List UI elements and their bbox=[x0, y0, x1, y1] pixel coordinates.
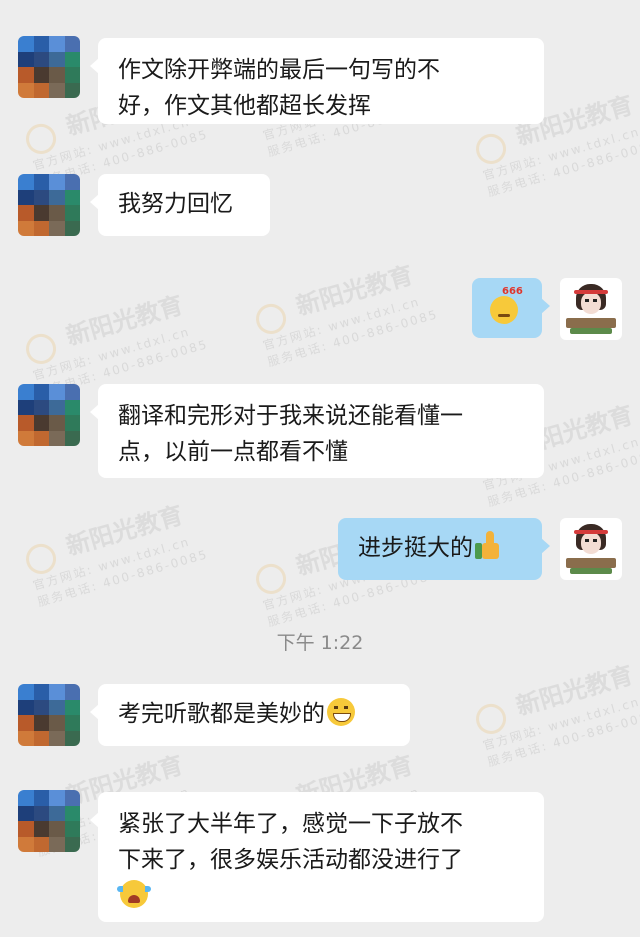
watermark-site: 官方网站: www.tdxl.cn bbox=[31, 534, 192, 593]
watermark-logo-icon bbox=[472, 129, 510, 168]
avatar[interactable] bbox=[18, 684, 80, 746]
watermark-site: 官方网站: www.tdxl.cn bbox=[31, 324, 192, 383]
message-bubble[interactable]: 翻译和完形对于我来说还能看懂一 点，以前一点都看不懂 bbox=[90, 384, 544, 478]
emoji-666-icon: 666 bbox=[490, 286, 524, 324]
grin-emoji-icon bbox=[327, 698, 355, 726]
watermark-phone: 服务电话: 400-886-0085 bbox=[485, 706, 640, 769]
avatar-self[interactable] bbox=[560, 518, 622, 580]
message-text-line: 点，以前一点都看不懂 bbox=[118, 439, 348, 465]
message-bubble[interactable]: 进步挺大的 bbox=[338, 518, 550, 580]
chat-view: 新阳光教育 官方网站: www.tdxl.cn 服务电话: 400-886-00… bbox=[0, 0, 640, 937]
message-text-line: 进步挺大的 bbox=[358, 535, 473, 561]
thumbs-up-icon bbox=[475, 531, 503, 561]
message-text-line: 我努力回忆 bbox=[118, 191, 233, 217]
message-text-line: 翻译和完形对于我来说还能看懂一 bbox=[118, 403, 463, 429]
watermark-logo-icon bbox=[472, 699, 510, 738]
message-text-line: 紧张了大半年了，感觉一下子放不 bbox=[118, 811, 463, 837]
watermark-logo-icon bbox=[22, 539, 60, 578]
avatar[interactable] bbox=[18, 36, 80, 98]
avatar[interactable] bbox=[18, 384, 80, 446]
watermark-logo-icon bbox=[22, 329, 60, 368]
message-bubble[interactable]: 作文除开弊端的最后一句写的不 好，作文其他都超长发挥 bbox=[90, 38, 544, 124]
avatar[interactable] bbox=[18, 174, 80, 236]
avatar-self[interactable] bbox=[560, 278, 622, 340]
avatar[interactable] bbox=[18, 790, 80, 852]
watermark-site: 官方网站: www.tdxl.cn bbox=[481, 124, 640, 183]
message-text-line: 下来了，很多娱乐活动都没进行了 bbox=[118, 847, 463, 873]
message-bubble[interactable]: 紧张了大半年了，感觉一下子放不 下来了，很多娱乐活动都没进行了 bbox=[90, 792, 544, 922]
watermark-brand: 新阳光教育 bbox=[292, 259, 417, 321]
message-bubble[interactable]: 考完听歌都是美妙的 bbox=[90, 684, 410, 746]
watermark-brand: 新阳光教育 bbox=[62, 499, 187, 561]
message-timestamp: 下午 1:22 bbox=[276, 632, 364, 654]
message-bubble[interactable]: 666 bbox=[472, 278, 550, 338]
watermark-site: 官方网站: www.tdxl.cn bbox=[261, 294, 422, 353]
watermark-logo-icon bbox=[252, 559, 290, 598]
watermark-logo-icon bbox=[22, 119, 60, 158]
watermark-phone: 服务电话: 400-886-0085 bbox=[265, 306, 440, 369]
watermark-brand: 新阳光教育 bbox=[62, 289, 187, 351]
sticker-label: 666 bbox=[502, 286, 523, 297]
message-bubble[interactable]: 我努力回忆 bbox=[90, 174, 270, 236]
watermark-site: 官方网站: www.tdxl.cn bbox=[481, 694, 640, 753]
message-text-line: 好，作文其他都超长发挥 bbox=[118, 93, 371, 119]
watermark-logo-icon bbox=[252, 299, 290, 338]
watermark-phone: 服务电话: 400-886-0085 bbox=[35, 546, 210, 609]
message-text-line: 考完听歌都是美妙的 bbox=[118, 701, 325, 727]
laugh-cry-emoji-icon bbox=[117, 880, 151, 908]
watermark-phone: 服务电话: 400-886-0085 bbox=[485, 136, 640, 199]
message-text-line: 作文除开弊端的最后一句写的不 bbox=[118, 57, 440, 83]
watermark-brand: 新阳光教育 bbox=[512, 659, 637, 721]
